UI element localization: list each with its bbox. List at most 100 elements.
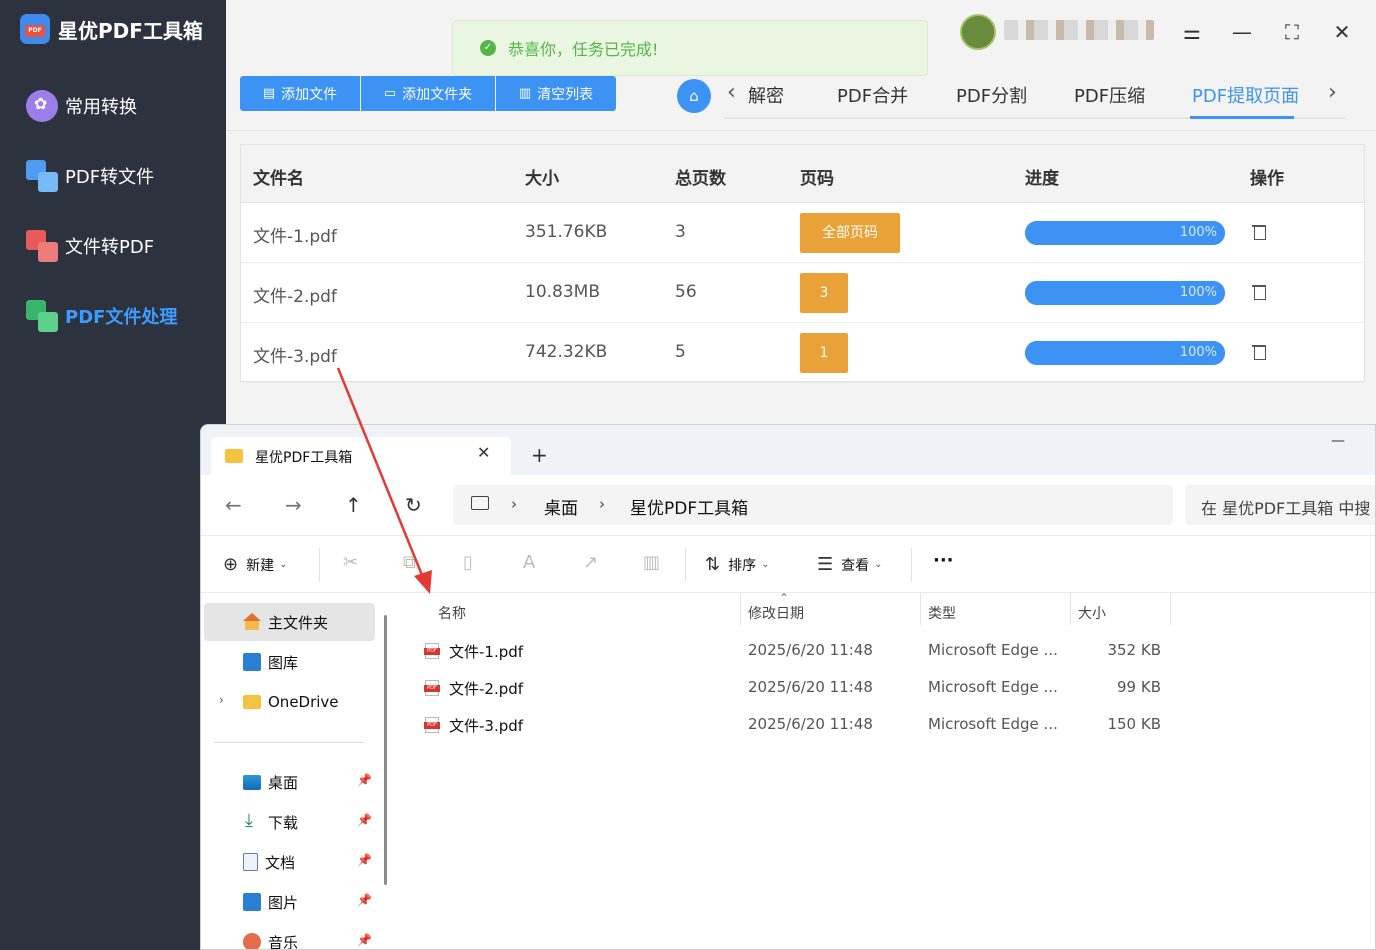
sidebar-item-label: 常用转换 (65, 97, 137, 118)
delete-icon[interactable] (1252, 343, 1266, 360)
cut-icon[interactable]: ✂ (343, 552, 358, 573)
expand-chevron-icon[interactable]: › (219, 693, 224, 707)
nav-item-home[interactable]: 主文件夹 (243, 604, 328, 640)
more-options-icon[interactable]: ··· (933, 550, 954, 571)
settings-sliders-icon[interactable]: ⚌ (1178, 18, 1206, 46)
back-arrow-icon[interactable]: ← (225, 493, 242, 517)
chevron-down-icon: ⌄ (279, 559, 288, 570)
col-header-size[interactable]: 大小 (1078, 603, 1106, 623)
delete-icon[interactable] (1252, 223, 1266, 240)
new-label: 新建 (246, 557, 275, 574)
add-file-button[interactable]: ▤ 添加文件 (240, 76, 360, 111)
sidebar-item-pdf-to-file[interactable]: PDF转文件 (26, 160, 154, 192)
col-divider[interactable] (1170, 593, 1171, 625)
tab-pdf-split[interactable]: PDF分割 (956, 82, 1027, 108)
sidebar-item-pdf-process[interactable]: PDF文件处理 (26, 300, 177, 332)
delete-icon[interactable] (1252, 283, 1266, 300)
col-header-date[interactable]: 修改日期 (748, 603, 804, 623)
tabs-next-chevron-icon[interactable]: › (1328, 80, 1337, 105)
share-icon[interactable]: ↗ (583, 552, 598, 573)
col-divider[interactable] (740, 593, 741, 625)
progress-bar: 100% (1025, 221, 1225, 245)
sidebar-item-common-convert[interactable]: 常用转换 (26, 90, 137, 122)
clear-list-button[interactable]: ▥ 清空列表 (496, 76, 616, 111)
pin-icon[interactable]: 📌 (357, 933, 372, 947)
avatar[interactable] (960, 14, 996, 50)
view-button[interactable]: ☰ 查看 ⌄ (817, 554, 883, 575)
rename-icon[interactable]: A (523, 552, 535, 573)
trash-icon: ▥ (518, 86, 532, 101)
tabs-prev-chevron-icon[interactable]: ‹ (727, 80, 736, 105)
search-input[interactable]: 在 星优PDF工具箱 中搜 (1185, 485, 1375, 525)
breadcrumb-chevron-icon[interactable]: › (511, 495, 517, 513)
col-header-name[interactable]: 名称 (438, 603, 466, 623)
breadcrumb-folder[interactable]: 星优PDF工具箱 (630, 494, 748, 519)
page-range-button[interactable]: 1 (800, 333, 848, 373)
tab-pdf-compress[interactable]: PDF压缩 (1074, 82, 1145, 108)
page-range-button[interactable]: 全部页码 (800, 213, 900, 253)
forward-arrow-icon[interactable]: → (285, 493, 302, 517)
col-divider[interactable] (1070, 593, 1071, 625)
copy-icon[interactable]: ⧉ (403, 552, 416, 573)
nav-item-documents[interactable]: 文档 (243, 844, 295, 880)
toast-message: 恭喜你，任务已完成! (508, 40, 659, 59)
nav-item-onedrive[interactable]: OneDrive (243, 684, 339, 720)
nav-item-pictures[interactable]: 图片 (243, 884, 298, 920)
nav-item-downloads[interactable]: 下载 (243, 804, 298, 840)
pin-icon[interactable]: 📌 (357, 813, 372, 827)
pdf-file-icon (424, 643, 440, 659)
tab-pdf-merge[interactable]: PDF合并 (837, 82, 908, 108)
refresh-icon[interactable]: ↻ (405, 493, 422, 517)
pin-icon[interactable]: 📌 (357, 773, 372, 787)
close-tab-icon[interactable]: ✕ (477, 443, 490, 462)
col-header-type[interactable]: 类型 (928, 603, 956, 623)
file-name: 文件-3.pdf (449, 717, 524, 735)
row-file-name: 文件-1.pdf (253, 227, 337, 247)
home-button[interactable]: ⌂ (677, 79, 711, 113)
sidebar-item-file-to-pdf[interactable]: 文件转PDF (26, 230, 154, 262)
explorer-titlebar: 星优PDF工具箱 ✕ + — (201, 425, 1375, 475)
pin-icon[interactable]: 📌 (357, 893, 372, 907)
nav-item-gallery[interactable]: 图库 (243, 644, 298, 680)
delete-icon[interactable]: ▥ (643, 552, 660, 573)
app-logo-icon (20, 14, 50, 44)
paste-icon[interactable]: ▯ (463, 552, 473, 573)
new-tab-plus-icon[interactable]: + (531, 443, 548, 467)
address-bar[interactable]: › 桌面 › 星优PDF工具箱 (453, 485, 1173, 525)
nav-label: 主文件夹 (268, 613, 329, 632)
add-folder-button[interactable]: ▭ 添加文件夹 (361, 76, 495, 111)
explorer-tab[interactable]: 星优PDF工具箱 ✕ (211, 437, 511, 475)
progress-text: 100% (1179, 345, 1217, 360)
close-icon[interactable]: ✕ (1328, 18, 1356, 46)
new-button[interactable]: ⊕ 新建 ⌄ (223, 554, 287, 575)
sidebar-item-label: PDF转文件 (65, 167, 155, 188)
file-type: Microsoft Edge ... (928, 715, 1058, 733)
list-item[interactable]: 文件-1.pdf 2025/6/20 11:48 Microsoft Edge … (417, 633, 1177, 667)
breadcrumb-chevron-icon[interactable]: › (599, 495, 605, 513)
scrollbar[interactable] (384, 615, 387, 885)
tab-pdf-extract-pages[interactable]: PDF提取页面 (1192, 82, 1299, 108)
up-arrow-icon[interactable]: ↑ (345, 493, 362, 517)
list-item[interactable]: 文件-2.pdf 2025/6/20 11:48 Microsoft Edge … (417, 670, 1177, 704)
nav-item-desktop[interactable]: 桌面 (243, 764, 298, 800)
sort-button[interactable]: ⇅ 排序 ⌄ (705, 554, 769, 575)
pdf-file-icon (424, 717, 440, 733)
breadcrumb-desktop[interactable]: 桌面 (544, 494, 578, 519)
minimize-icon[interactable]: — (1331, 433, 1345, 449)
page-range-button[interactable]: 3 (800, 273, 848, 313)
tab-decrypt[interactable]: 解密 (748, 82, 784, 108)
command-bar: ⊕ 新建 ⌄ ✂ ⧉ ▯ A ↗ ▥ ⇅ 排序 ⌄ ☰ 查看 ⌄ ··· (201, 535, 1375, 593)
nav-label: OneDrive (268, 693, 339, 711)
col-divider[interactable] (920, 593, 921, 625)
pin-icon[interactable]: 📌 (357, 853, 372, 867)
divider (214, 742, 364, 743)
col-header-page-no: 页码 (800, 169, 834, 189)
chevron-down-icon: ⌄ (761, 559, 770, 570)
list-item[interactable]: 文件-3.pdf 2025/6/20 11:48 Microsoft Edge … (417, 707, 1177, 741)
divider (911, 548, 912, 582)
sort-label: 排序 (728, 557, 757, 574)
maximize-icon[interactable]: ⛶ (1278, 18, 1306, 46)
minimize-icon[interactable]: — (1228, 18, 1256, 46)
document-icon (243, 853, 258, 871)
nav-item-music[interactable]: 音乐 (243, 924, 298, 949)
